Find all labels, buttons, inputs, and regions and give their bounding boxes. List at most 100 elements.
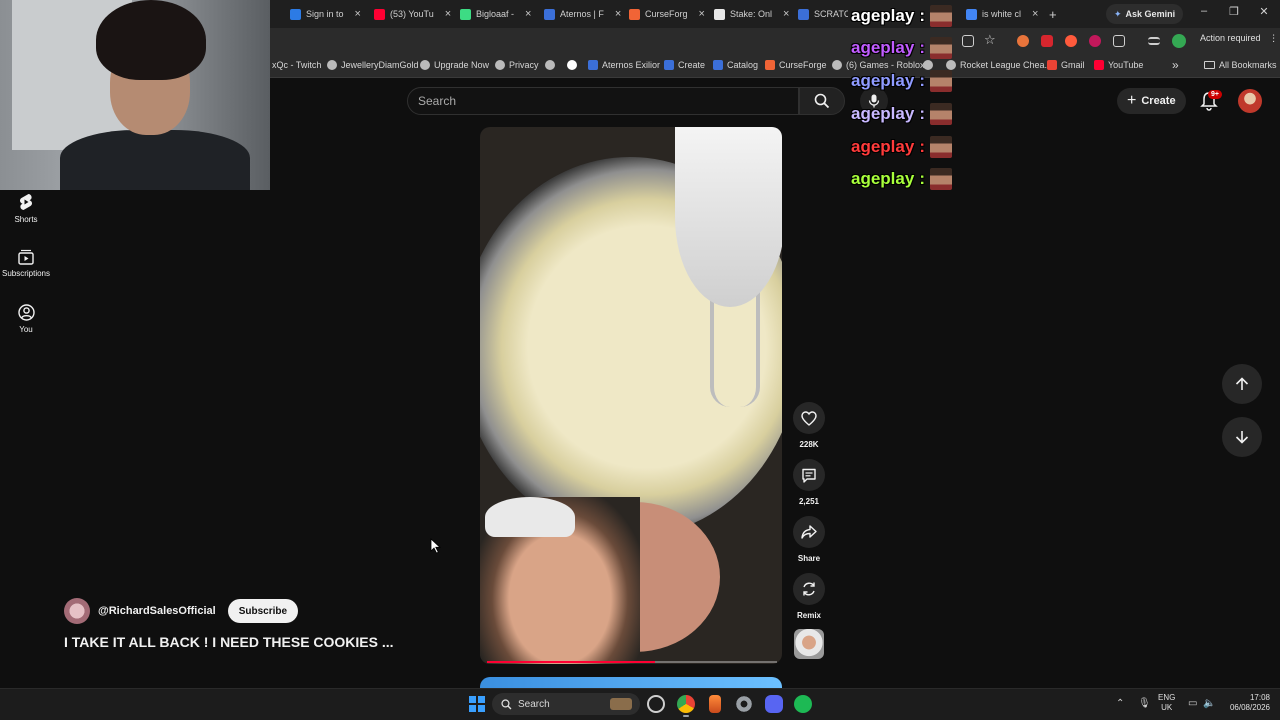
- taskbar-search[interactable]: Search: [492, 693, 640, 715]
- browser-tab[interactable]: Aternos | F ×: [544, 4, 622, 24]
- extension-icon[interactable]: [1089, 35, 1101, 47]
- tab-favicon-icon: [714, 8, 725, 20]
- browser-tab[interactable]: Stake: Onl ×: [714, 4, 792, 24]
- nav-item-subscriptions[interactable]: Subscriptions: [0, 249, 52, 278]
- restore-icon[interactable]: ❐: [1226, 5, 1242, 18]
- minimize-icon[interactable]: –: [1196, 5, 1212, 17]
- new-tab-button[interactable]: +: [1049, 4, 1063, 24]
- bookmark-label: YouTube: [1108, 60, 1144, 70]
- tab-close-icon[interactable]: ×: [355, 8, 361, 20]
- volume-icon[interactable]: 🔈: [1203, 698, 1215, 709]
- adblock-extension-icon[interactable]: [1041, 35, 1053, 47]
- windows-start-button[interactable]: [469, 696, 485, 712]
- remix-button[interactable]: [793, 573, 825, 605]
- all-bookmarks-label: All Bookmarks: [1219, 60, 1277, 70]
- subscribe-button[interactable]: Subscribe: [227, 599, 299, 623]
- extension-icon[interactable]: [1065, 35, 1077, 47]
- browser-tab[interactable]: SCRATCH: [798, 4, 848, 24]
- taskbar-clock[interactable]: 17:08 06/08/2026: [1224, 693, 1270, 713]
- bookmark-item[interactable]: (6) Games - Roblox: [832, 60, 925, 70]
- tray-microphone-icon[interactable]: 🎙: [1138, 698, 1151, 709]
- bookmark-item[interactable]: JewelleryDiamGold: [327, 60, 419, 70]
- search-input[interactable]: [418, 92, 788, 110]
- reading-list-icon[interactable]: [1148, 37, 1160, 45]
- tab-close-icon[interactable]: ×: [783, 8, 789, 20]
- app-icon[interactable]: [709, 695, 721, 713]
- tab-close-icon[interactable]: ×: [525, 8, 531, 20]
- chat-emote-image: [929, 103, 952, 125]
- ask-gemini-button[interactable]: ✦ Ask Gemini: [1106, 4, 1184, 24]
- browser-tab[interactable]: is white cl ×: [966, 4, 1044, 24]
- create-button[interactable]: + Create: [1117, 88, 1186, 114]
- bookmark-item[interactable]: Gmail: [1047, 60, 1085, 70]
- short-title[interactable]: I TAKE IT ALL BACK ! I NEED THESE COOKIE…: [64, 634, 394, 650]
- profile-avatar-icon[interactable]: [1172, 34, 1186, 48]
- tab-close-icon[interactable]: ×: [699, 8, 705, 20]
- bookmark-item[interactable]: Create: [664, 60, 705, 70]
- bookmark-item[interactable]: Rocket League Chea...: [946, 60, 1052, 70]
- google-icon: [567, 60, 577, 70]
- bookmark-label: Privacy: [509, 60, 539, 70]
- browser-tab[interactable]: Bigloaaf - ×: [460, 4, 538, 24]
- bookmark-item[interactable]: xQc - Twitch: [272, 60, 321, 70]
- tab-favicon-icon: [460, 8, 471, 20]
- chat-emote-image: [929, 136, 952, 158]
- bookmark-item[interactable]: Aternos Exilior: [588, 60, 660, 70]
- sound-thumbnail[interactable]: [794, 629, 824, 659]
- settings-gear-icon[interactable]: [735, 695, 753, 713]
- extension-icon[interactable]: [1017, 35, 1029, 47]
- account-avatar[interactable]: [1238, 89, 1262, 113]
- bookmark-star-icon[interactable]: ☆: [984, 33, 998, 47]
- install-app-icon[interactable]: [962, 35, 974, 47]
- bookmark-item[interactable]: CurseForge: [765, 60, 827, 70]
- bookmarks-overflow-button[interactable]: »: [1172, 58, 1179, 72]
- previous-short-button[interactable]: [1222, 364, 1262, 404]
- bookmark-item[interactable]: Privacy: [495, 60, 539, 70]
- discord-app-icon[interactable]: [765, 695, 783, 713]
- nav-item-you[interactable]: You: [0, 304, 52, 334]
- subscriptions-icon: [18, 249, 34, 265]
- bookmark-item[interactable]: Catalog: [713, 60, 758, 70]
- comments-button[interactable]: [793, 459, 825, 491]
- tray-overflow-chevron-icon[interactable]: ⌃: [1116, 698, 1124, 709]
- all-bookmarks-button[interactable]: All Bookmarks: [1204, 60, 1277, 70]
- short-video-player[interactable]: [480, 127, 782, 664]
- network-icon[interactable]: ▭: [1188, 698, 1197, 709]
- channel-name[interactable]: @RichardSalesOfficial: [98, 605, 216, 617]
- search-highlight-icon: [610, 698, 632, 710]
- browser-tab[interactable]: Sign in to ×: [290, 4, 368, 24]
- browser-tab[interactable]: CurseForg ×: [629, 4, 707, 24]
- globe-icon: [495, 60, 505, 70]
- browser-tab[interactable]: (53) YouTu ×: [374, 4, 452, 24]
- bookmark-item[interactable]: YouTube: [1094, 60, 1143, 70]
- action-required-button[interactable]: Action required ⋮: [1200, 33, 1278, 44]
- windows-taskbar: [0, 688, 1280, 720]
- close-window-icon[interactable]: ✕: [1256, 5, 1272, 18]
- bookmark-item[interactable]: [567, 60, 577, 70]
- nav-item-shorts[interactable]: Shorts: [0, 193, 52, 224]
- extensions-puzzle-icon[interactable]: [1113, 35, 1125, 47]
- share-button[interactable]: [793, 516, 825, 548]
- chat-separator: :: [919, 169, 925, 188]
- video-progress-fill: [487, 661, 656, 663]
- bookmark-item[interactable]: Upgrade Now: [420, 60, 489, 70]
- tab-close-icon[interactable]: ×: [615, 8, 621, 20]
- bookmark-item[interactable]: [923, 60, 933, 70]
- bookmark-label: Gmail: [1061, 60, 1085, 70]
- channel-avatar[interactable]: [64, 598, 90, 624]
- like-button[interactable]: [793, 402, 825, 434]
- bookmark-label: Rocket League Chea...: [960, 60, 1053, 70]
- tab-close-icon[interactable]: ×: [1032, 8, 1038, 20]
- chrome-app-icon[interactable]: [677, 695, 695, 717]
- language-indicator[interactable]: ENG UK: [1158, 693, 1175, 713]
- kebab-menu-icon[interactable]: ⋮: [1269, 33, 1278, 43]
- spotify-app-icon[interactable]: [794, 695, 812, 713]
- next-short-button[interactable]: [1222, 417, 1262, 457]
- bookmark-item[interactable]: [545, 60, 555, 70]
- search-button[interactable]: [799, 87, 845, 115]
- video-progress-bar[interactable]: [487, 661, 777, 663]
- create-label: Create: [1141, 95, 1176, 107]
- curseforge-icon: [765, 60, 775, 70]
- tab-close-icon[interactable]: ×: [445, 8, 451, 20]
- obs-app-icon[interactable]: [647, 695, 665, 713]
